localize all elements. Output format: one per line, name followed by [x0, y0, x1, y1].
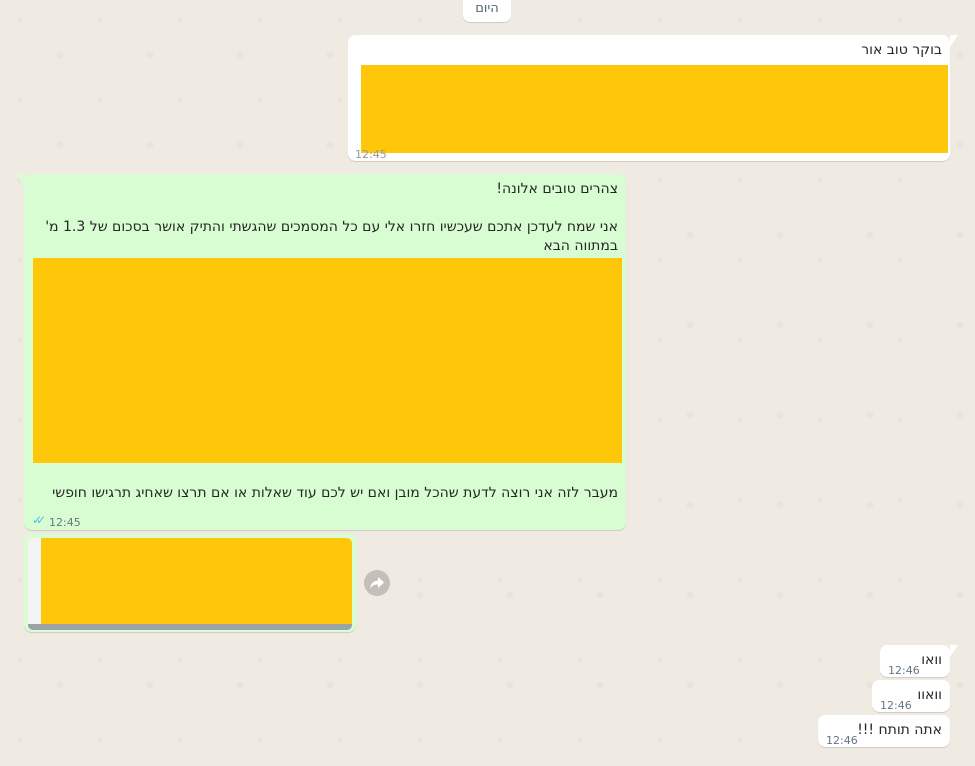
forward-icon: [370, 577, 384, 589]
message-bubble-incoming[interactable]: וואוו 12:46: [872, 680, 950, 712]
document-message[interactable]: [24, 534, 356, 632]
document-footer: [28, 624, 352, 630]
message-time: 12:46: [880, 699, 912, 712]
message-text: וואוו: [917, 687, 942, 703]
message-time: 12:46: [826, 734, 858, 747]
redaction-block: [41, 538, 352, 624]
message-text: בוקר טוב אור: [861, 42, 942, 58]
message-text: וואו: [921, 652, 942, 668]
read-receipt-icon: ✓✓: [32, 513, 46, 527]
message-bubble-outgoing[interactable]: צהרים טובים אלונה! אני שמח לעדכן אתכם שע…: [16, 174, 626, 530]
message-bubble-incoming[interactable]: אתה תותח !!! 12:46: [818, 715, 950, 747]
message-text: מעבר לזה אני רוצה לדעת שהכל מובן ואם יש …: [52, 485, 618, 501]
message-text: במתווה הבא: [543, 238, 618, 254]
message-time: 12:45: [355, 148, 387, 161]
redaction-block: [361, 65, 948, 153]
message-text: צהרים טובים אלונה!: [496, 181, 618, 197]
message-bubble-incoming[interactable]: בוקר טוב אור 12:45: [348, 35, 958, 161]
forward-button[interactable]: [364, 570, 390, 596]
date-separator: היום: [463, 0, 511, 22]
redaction-block: [33, 258, 622, 463]
message-text: אתה תותח !!!: [857, 722, 942, 738]
message-time: 12:46: [888, 664, 920, 677]
date-separator-label: היום: [475, 0, 499, 16]
message-text: אני שמח לעדכן אתכם שעכשיו חזרו אלי עם כל…: [45, 219, 618, 235]
message-bubble-incoming[interactable]: וואו 12:46: [880, 645, 958, 677]
message-time: 12:45: [49, 516, 81, 529]
document-preview[interactable]: [28, 538, 352, 628]
